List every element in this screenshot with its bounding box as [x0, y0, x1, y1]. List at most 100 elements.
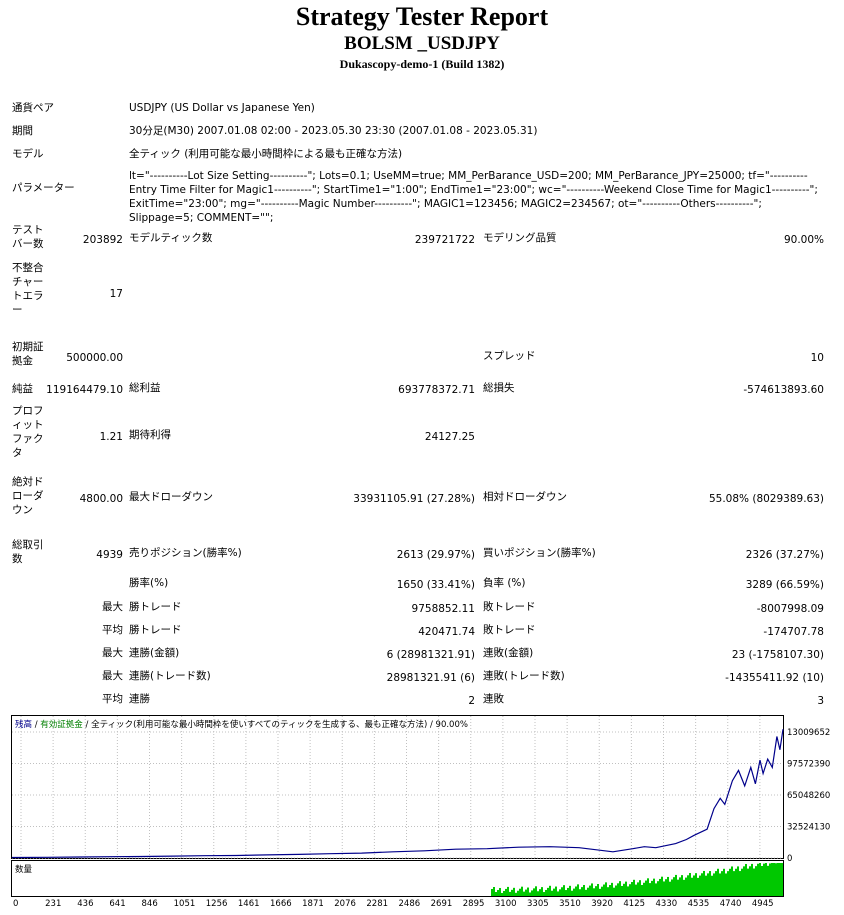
volume-bar — [685, 877, 687, 896]
volume-bar — [609, 885, 611, 896]
volume-bar — [591, 883, 593, 896]
x-tick-label: 2895 — [463, 899, 485, 908]
max-consec-count-prefix: 最大 — [102, 670, 123, 682]
profit-factor-label: プロフィットファクタ — [12, 405, 44, 459]
volume-bar — [741, 868, 743, 896]
x-tick-label: 231 — [45, 899, 61, 908]
win-rate-value: 1650 (33.41%) — [396, 579, 475, 591]
volume-bar — [607, 887, 609, 896]
period-value: 30分足(M30) 2007.01.08 02:00 - 2023.05.30 … — [129, 125, 538, 137]
volume-bar — [623, 883, 625, 896]
volume-bar — [575, 886, 577, 896]
gross-profit-value: 693778372.71 — [398, 384, 475, 396]
total-trades-value: 4939 — [96, 549, 123, 561]
average-win-label: 勝トレード — [129, 624, 182, 636]
volume-bar — [505, 888, 507, 896]
gross-loss-label: 総損失 — [483, 382, 515, 394]
loss-rate-label: 負率 (%) — [483, 577, 526, 589]
volume-bar — [511, 889, 513, 896]
volume-bar — [683, 879, 685, 896]
mismatch-label: 不整合チャートエラー — [12, 262, 44, 316]
volume-bar — [569, 885, 571, 896]
volume-bar — [529, 892, 531, 896]
avg-consec-losses-value: 3 — [817, 695, 824, 707]
consec-losses-money-label: 連敗(金額) — [483, 647, 534, 659]
legend-description: 全ティック(利用可能な最小時間枠を使いすべてのティックを生成する、最も正確な方法… — [91, 719, 468, 730]
volume-bar — [615, 885, 617, 896]
volume-bar — [593, 888, 595, 896]
volume-bar — [735, 868, 737, 896]
volume-bar — [619, 881, 621, 896]
volume-bar — [515, 892, 517, 896]
y-tick-label: 32524130 — [787, 823, 830, 833]
x-tick-label: 1256 — [206, 899, 228, 908]
volume-bar — [725, 873, 727, 896]
gross-profit-label: 総利益 — [129, 382, 161, 394]
y-tick-label: 65048260 — [787, 791, 830, 801]
volume-bar — [737, 866, 739, 896]
volume-bar — [553, 888, 555, 896]
volume-bar — [499, 887, 501, 896]
short-positions-value: 2613 (29.97%) — [396, 549, 475, 561]
volume-bar — [639, 880, 641, 896]
short-positions-label: 売りポジション(勝率%) — [129, 547, 242, 559]
volume-bar — [557, 891, 559, 896]
volume-bar — [743, 866, 745, 896]
largest-loss-label: 敗トレード — [483, 601, 536, 613]
volume-bar — [571, 890, 573, 896]
volume-bar — [681, 875, 683, 896]
max-drawdown-value: 33931105.91 (27.28%) — [353, 493, 475, 505]
volume-bar — [641, 884, 643, 896]
volume-bar — [521, 886, 523, 896]
x-tick-label: 4945 — [752, 899, 774, 908]
volume-bar — [645, 880, 647, 896]
x-tick-label: 1461 — [238, 899, 260, 908]
average-loss-label: 敗トレード — [483, 624, 536, 636]
x-tick-label: 4535 — [688, 899, 710, 908]
volume-bar — [675, 874, 677, 896]
volume-bar — [497, 889, 499, 896]
x-tick-label: 1051 — [174, 899, 196, 908]
symbol-value: USDJPY (US Dollar vs Japanese Yen) — [129, 102, 315, 114]
mismatch-value: 17 — [109, 288, 123, 300]
volume-bar — [503, 890, 505, 896]
spread-value: 10 — [810, 352, 824, 364]
volume-bar — [689, 873, 691, 896]
volume-bar — [579, 889, 581, 896]
volume-bar — [493, 886, 495, 896]
max-drawdown-label: 最大ドローダウン — [129, 491, 213, 503]
model-value: 全ティック (利用可能な最小時間枠による最も正確な方法) — [129, 148, 403, 160]
volume-bar — [759, 863, 761, 896]
volume-bar — [693, 875, 695, 896]
consec-losses-money-value: 23 (-1758107.30) — [731, 649, 824, 661]
volume-bar — [753, 868, 755, 896]
volume-bar — [721, 871, 723, 896]
volume-bar — [659, 878, 661, 896]
consec-losses-count-label: 連敗(トレード数) — [483, 670, 565, 682]
y-axis-labels: 13009652 97572390 65048260 32524130 0 — [787, 728, 830, 864]
volume-bar — [561, 887, 563, 896]
net-profit-value: 119164479.10 — [46, 384, 123, 396]
x-tick-label: 3100 — [495, 899, 517, 908]
abs-drawdown-label: 絶対ドローダウン — [12, 476, 44, 516]
avg-consec-wins-label: 連勝 — [129, 693, 150, 705]
volume-bar — [523, 891, 525, 896]
volume-bar — [661, 876, 663, 896]
long-positions-value: 2326 (37.27%) — [745, 549, 824, 561]
chart-legend: 残高 / 有効証拠金 / 全ティック(利用可能な最小時間枠を使いすべてのティック… — [15, 719, 468, 730]
volume-bar — [771, 863, 773, 896]
legend-equity: 有効証拠金 — [40, 719, 83, 730]
volume-bar — [765, 863, 767, 896]
volume-bar — [565, 890, 567, 896]
volume-bar — [761, 865, 763, 896]
volume-bar — [573, 888, 575, 896]
volume-bar — [715, 871, 717, 896]
volume-bar — [533, 888, 535, 896]
report-subtitle: BOLSM _USDJPY — [344, 33, 500, 54]
volume-bar — [627, 886, 629, 896]
largest-win-value: 9758852.11 — [411, 603, 475, 615]
volume-bar — [577, 884, 579, 896]
avg-consec-wins-value: 2 — [468, 695, 475, 707]
volume-bar — [633, 879, 635, 896]
volume-bar — [545, 889, 547, 896]
